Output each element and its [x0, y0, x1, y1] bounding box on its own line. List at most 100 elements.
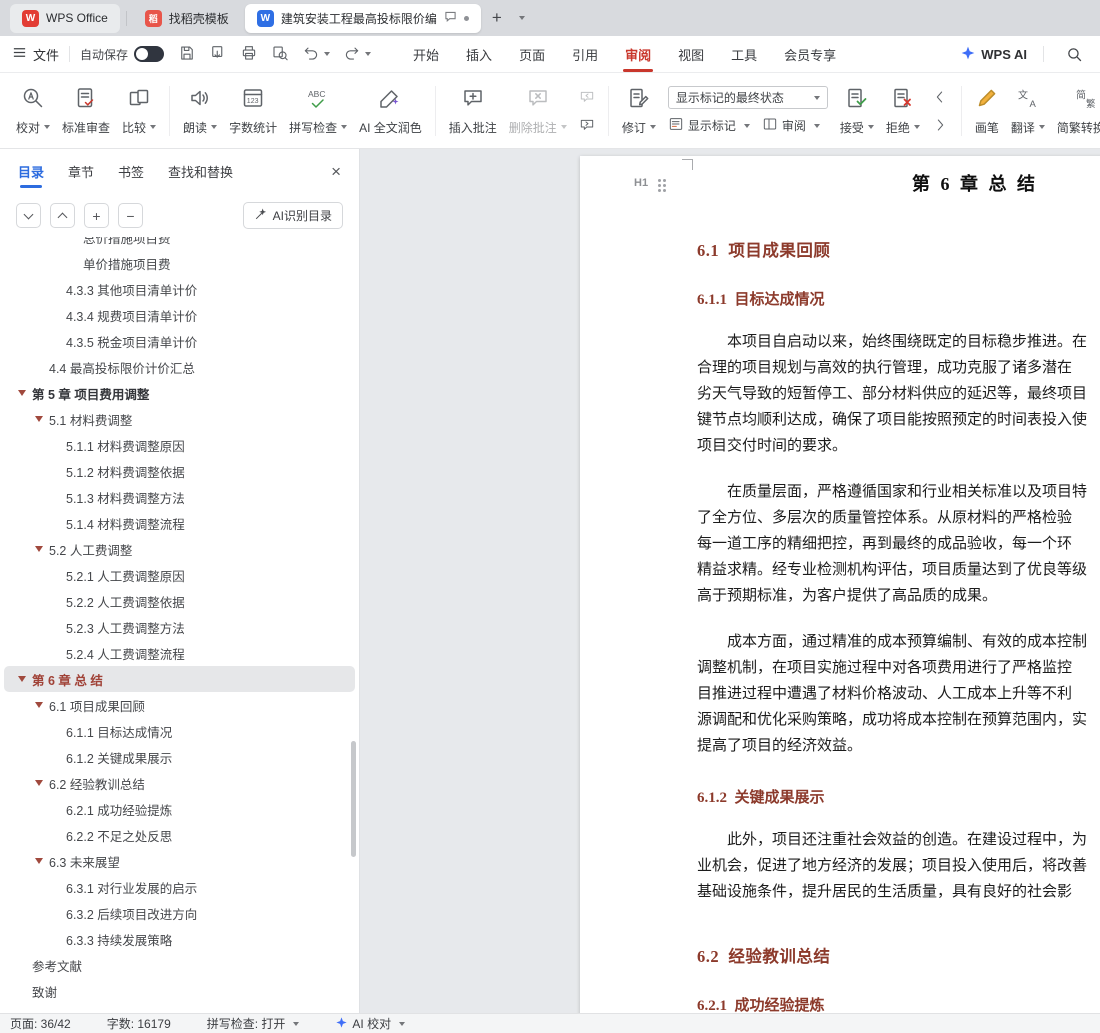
- reject-button[interactable]: 拒绝: [880, 82, 926, 140]
- accept-button[interactable]: 接受: [834, 82, 880, 140]
- prev-change-button[interactable]: [929, 88, 951, 106]
- menu-tab-3[interactable]: 引用: [572, 36, 598, 72]
- sidebar-tab-chapters[interactable]: 章节: [68, 149, 94, 194]
- sidebar-scrollbar[interactable]: [351, 741, 356, 857]
- close-icon[interactable]: ×: [331, 149, 341, 194]
- toc-expand-arrow[interactable]: [35, 416, 43, 422]
- toc-item-label: 6.3 未来展望: [49, 855, 120, 870]
- tab-document[interactable]: W 建筑安装工程最高投标限价编: [244, 3, 481, 33]
- track-changes-button[interactable]: 修订: [616, 82, 662, 140]
- toc-item[interactable]: 6.3.3 持续发展策略: [4, 926, 355, 952]
- standard-check-button[interactable]: 标准审查: [56, 82, 116, 140]
- toc-expand-arrow[interactable]: [35, 546, 43, 552]
- simp-trad-button[interactable]: 简繁简繁转换: [1051, 82, 1100, 140]
- review-pane-button[interactable]: 审阅: [762, 116, 820, 135]
- toc-item[interactable]: 致谢: [4, 978, 355, 1004]
- undo-button[interactable]: [298, 41, 334, 67]
- toc-item[interactable]: 总价措施项目费: [4, 237, 355, 250]
- menu-tab-4[interactable]: 审阅: [623, 36, 654, 72]
- toc-item[interactable]: 6.2.1 成功经验提炼: [4, 796, 355, 822]
- spell-check-button[interactable]: ABC 拼写检查: [283, 82, 353, 140]
- chapter-title: 第 6 章 总 结: [912, 174, 1038, 194]
- small-button-stack: [929, 88, 951, 134]
- toc-item[interactable]: 4.3.5 税金项目清单计价: [4, 328, 355, 354]
- autosave-toggle[interactable]: [134, 46, 165, 62]
- toc-item[interactable]: 5.2.3 人工费调整方法: [4, 614, 355, 640]
- toc-item[interactable]: 5.1.1 材料费调整原因: [4, 432, 355, 458]
- drag-handle-icon[interactable]: [658, 179, 662, 182]
- toc-expand-arrow[interactable]: [35, 780, 43, 786]
- toc-item[interactable]: 6.3.1 对行业发展的启示: [4, 874, 355, 900]
- spellcheck-status[interactable]: 拼写检查: 打开: [207, 1015, 300, 1032]
- ai-polish-button[interactable]: AI 全文润色: [353, 82, 428, 140]
- wps-ai-button[interactable]: WPS AI: [960, 45, 1027, 64]
- menu-tab-0[interactable]: 开始: [413, 36, 439, 72]
- menu-tab-1[interactable]: 插入: [466, 36, 492, 72]
- toc-item[interactable]: 参考文献: [4, 952, 355, 978]
- show-markup-button[interactable]: 显示标记: [668, 116, 750, 135]
- toc-item[interactable]: 5.1.4 材料费调整流程: [4, 510, 355, 536]
- toc-item[interactable]: 6.1.1 目标达成情况: [4, 718, 355, 744]
- toc-item[interactable]: 6.3.2 后续项目改进方向: [4, 900, 355, 926]
- read-aloud-button[interactable]: 朗读: [177, 82, 223, 140]
- menu-tab-5[interactable]: 视图: [678, 36, 704, 72]
- tab-list-dropdown[interactable]: [515, 16, 525, 20]
- toc-expand-arrow[interactable]: [35, 858, 43, 864]
- sidebar-tab-find-replace[interactable]: 查找和替换: [168, 149, 233, 194]
- toc-item[interactable]: 5.2.2 人工费调整依据: [4, 588, 355, 614]
- menu-tab-6[interactable]: 工具: [731, 36, 757, 72]
- ai-detect-toc-button[interactable]: AI识别目录: [242, 202, 343, 229]
- toc-item[interactable]: 单价措施项目费: [4, 250, 355, 276]
- translate-button[interactable]: 文 A 翻译: [1005, 82, 1051, 140]
- toc-item[interactable]: 第 5 章 项目费用调整: [4, 380, 355, 406]
- file-menu-button[interactable]: 文件: [12, 45, 59, 64]
- toc-expand-arrow[interactable]: [35, 702, 43, 708]
- document-page[interactable]: H1 第 6 章 总 结 6.1 项目成果回顾 6.1.1 目标达成情况 本项目自启…: [580, 156, 1100, 1013]
- print-button[interactable]: [236, 41, 262, 67]
- toc-item[interactable]: 4.3.3 其他项目清单计价: [4, 276, 355, 302]
- print-preview-button[interactable]: [267, 41, 293, 67]
- sidebar-tab-bookmarks[interactable]: 书签: [118, 149, 144, 194]
- next-comment-button[interactable]: [576, 116, 598, 134]
- pen-button[interactable]: 画笔: [969, 82, 1005, 140]
- ai-proof-button[interactable]: AI 校对: [335, 1015, 406, 1032]
- word-count-button[interactable]: 123 字数统计: [223, 82, 283, 140]
- toc-item[interactable]: 5.2.1 人工费调整原因: [4, 562, 355, 588]
- chevron-up-button[interactable]: [50, 203, 75, 228]
- menu-tab-2[interactable]: 页面: [519, 36, 545, 72]
- toc-item[interactable]: 6.1.2 关键成果展示: [4, 744, 355, 770]
- toc-expand-arrow[interactable]: [18, 676, 26, 682]
- toc-item[interactable]: 6.3 未来展望: [4, 848, 355, 874]
- toc-item[interactable]: 5.2 人工费调整: [4, 536, 355, 562]
- proofread-button[interactable]: 校对: [10, 82, 56, 140]
- toc-expand-arrow[interactable]: [18, 390, 26, 396]
- toc-item[interactable]: 5.1.3 材料费调整方法: [4, 484, 355, 510]
- new-tab-button[interactable]: +: [485, 6, 509, 30]
- tab-label: 找稻壳模板: [168, 11, 229, 26]
- plus-button[interactable]: +: [84, 203, 109, 228]
- toc-item[interactable]: 4.3.4 规费项目清单计价: [4, 302, 355, 328]
- save-button[interactable]: [174, 41, 200, 67]
- markup-state-combobox[interactable]: 显示标记的最终状态: [667, 86, 828, 109]
- document-content[interactable]: 第 6 章 总 结 6.1 项目成果回顾 6.1.1 目标达成情况 本项目自启动以来…: [580, 156, 1100, 1013]
- insert-comment-button[interactable]: 插入批注: [443, 82, 503, 140]
- toc-item[interactable]: 6.2.2 不足之处反思: [4, 822, 355, 848]
- toc-item[interactable]: 6.1 项目成果回顾: [4, 692, 355, 718]
- next-change-button[interactable]: [929, 116, 951, 134]
- sidebar-tab-toc[interactable]: 目录: [18, 149, 44, 194]
- toc-item[interactable]: 5.2.4 人工费调整流程: [4, 640, 355, 666]
- search-icon[interactable]: [1060, 41, 1088, 67]
- chevron-down-button[interactable]: [16, 203, 41, 228]
- toc-item[interactable]: 第 6 章 总 结: [4, 666, 355, 692]
- menu-tab-7[interactable]: 会员专享: [784, 36, 836, 72]
- compare-button[interactable]: 比较: [116, 82, 162, 140]
- tab-docer-templates[interactable]: 稻 找稻壳模板: [133, 4, 241, 33]
- redo-button[interactable]: [339, 41, 375, 67]
- tab-wps-office[interactable]: W WPS Office: [10, 3, 120, 33]
- toc-item[interactable]: 5.1 材料费调整: [4, 406, 355, 432]
- toc-item[interactable]: 5.1.2 材料费调整依据: [4, 458, 355, 484]
- export-button[interactable]: [205, 41, 231, 67]
- toc-item[interactable]: 6.2 经验教训总结: [4, 770, 355, 796]
- minus-button[interactable]: −: [118, 203, 143, 228]
- toc-item[interactable]: 4.4 最高投标限价计价汇总: [4, 354, 355, 380]
